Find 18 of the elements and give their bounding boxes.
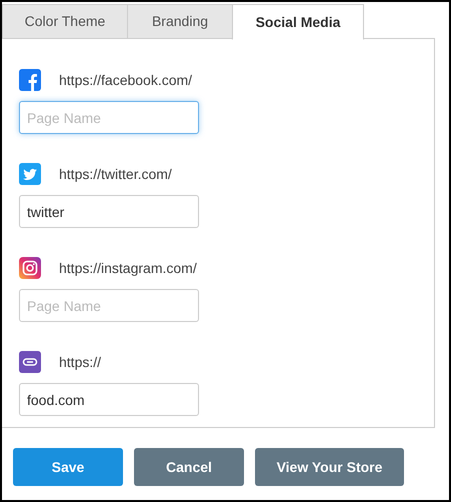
input-field[interactable]: Page Name	[19, 101, 199, 134]
tab[interactable]: Branding	[127, 4, 233, 39]
save-button[interactable]: Save	[13, 448, 123, 486]
tab[interactable]: Social Media	[232, 4, 364, 40]
instagram-icon	[19, 257, 41, 279]
link-icon	[19, 351, 41, 373]
input-field[interactable]: food.com	[19, 383, 199, 416]
input-field[interactable]: Page Name	[19, 289, 199, 322]
url-prefix: https://twitter.com/	[59, 164, 172, 184]
input-field[interactable]: twitter	[19, 195, 199, 228]
facebook-icon	[19, 69, 41, 91]
bird-icon	[19, 163, 41, 185]
cancel-button[interactable]: Cancel	[134, 448, 244, 486]
url-prefix: https://instagram.com/	[59, 258, 197, 278]
url-prefix: https://facebook.com/	[59, 70, 192, 90]
view-store-button[interactable]: View Your Store	[255, 448, 404, 486]
tab[interactable]: Color Theme	[2, 4, 128, 39]
url-prefix: https://	[59, 352, 102, 372]
